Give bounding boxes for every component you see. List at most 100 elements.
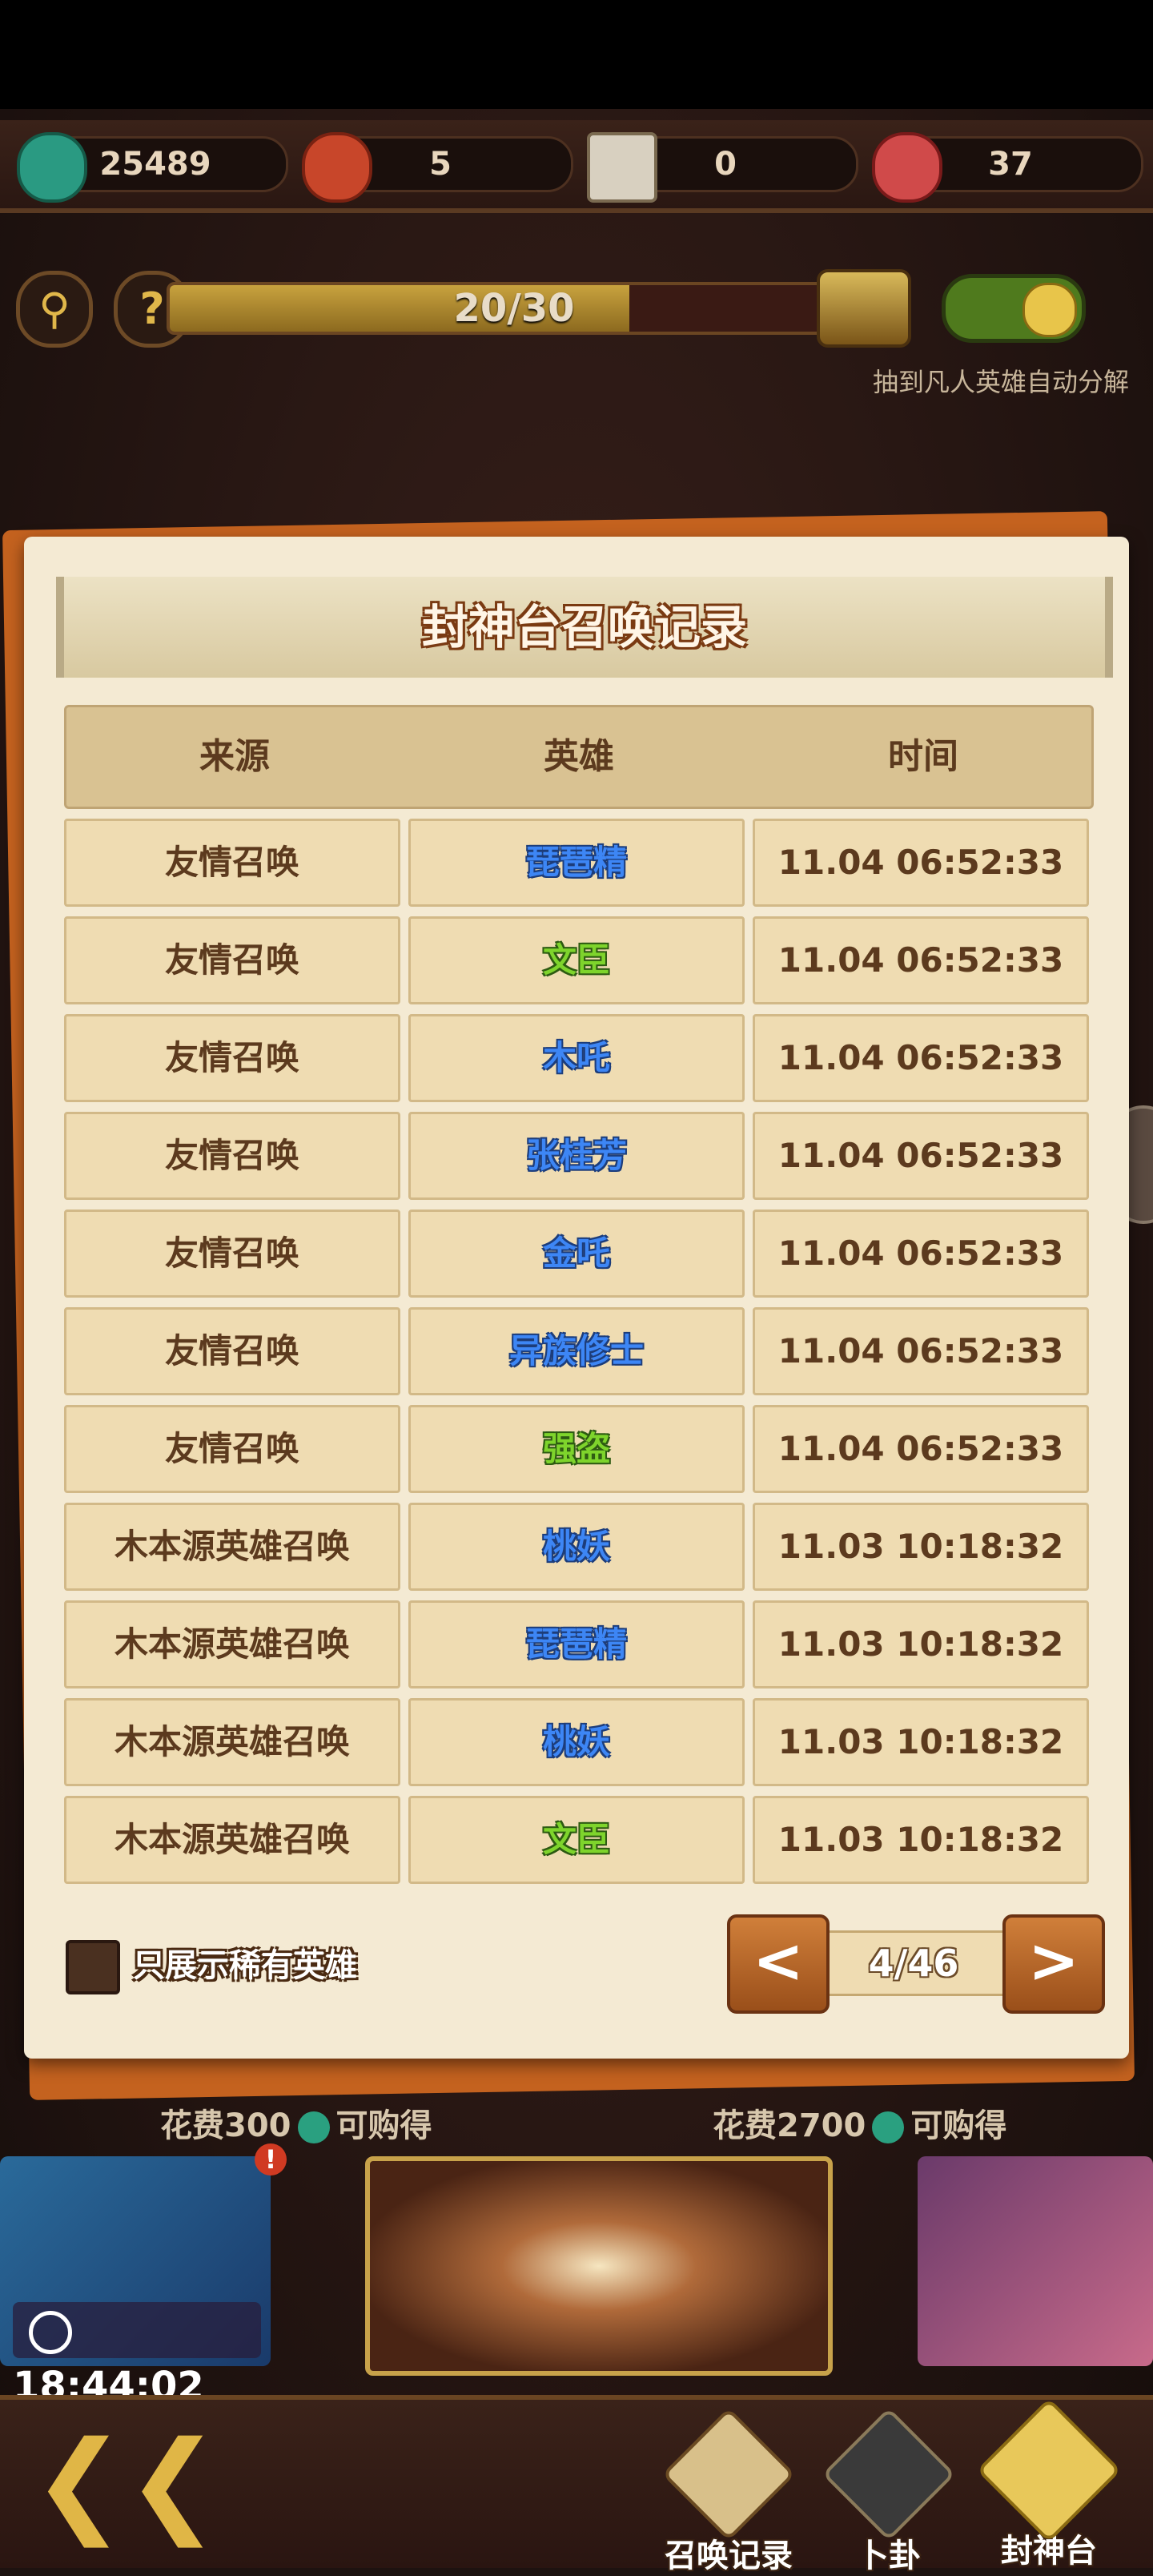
resource-heart: 37 xyxy=(872,132,1143,203)
hero-cell: 琵琶精 xyxy=(408,819,745,907)
hero-portrait-card[interactable] xyxy=(918,2156,1153,2366)
hero-cell: 桃妖 xyxy=(408,1698,745,1786)
hero-cell: 文臣 xyxy=(408,1796,745,1884)
table-row: 友情召唤 强盗 11.04 06:52:33 xyxy=(64,1405,1092,1493)
column-header-hero: 英雄 xyxy=(544,736,614,777)
jade-coin-icon xyxy=(17,132,87,203)
table-row: 木本源英雄召唤 桃妖 11.03 10:18:32 xyxy=(64,1698,1092,1786)
cost-1-suffix: 可购得 xyxy=(335,2107,432,2144)
resource-heart-value: 37 xyxy=(988,146,1033,183)
ticket-icon xyxy=(587,132,657,203)
resource-hero-token-value: 5 xyxy=(429,146,452,183)
next-page-button[interactable]: > xyxy=(1002,1914,1105,2014)
resource-jade-value: 25489 xyxy=(99,146,211,183)
hero-cell: 异族修士 xyxy=(408,1307,745,1395)
resource-bar: 25489 5 0 37 xyxy=(0,120,1153,213)
source-cell: 友情召唤 xyxy=(64,1405,400,1493)
resource-ticket: 0 xyxy=(587,132,858,203)
hero-cell: 金吒 xyxy=(408,1210,745,1298)
modal-title: 封神台召唤记录 xyxy=(421,600,747,654)
cost-1-amount: 花费300 xyxy=(160,2107,291,2144)
nav-summon-record[interactable]: 召唤记录 xyxy=(657,2407,801,2576)
rare-only-checkbox[interactable] xyxy=(66,1940,120,1994)
column-header-time: 时间 xyxy=(888,736,958,777)
rare-only-label: 只展示稀有英雄 xyxy=(133,1947,357,1984)
time-cell: 11.04 06:52:33 xyxy=(753,1307,1089,1395)
resource-hero-token: 5 xyxy=(302,132,573,203)
time-cell: 11.04 06:52:33 xyxy=(753,1405,1089,1493)
time-cell: 11.03 10:18:32 xyxy=(753,1600,1089,1688)
time-cell: 11.03 10:18:32 xyxy=(753,1503,1089,1591)
hero-cell: 琵琶精 xyxy=(408,1600,745,1688)
hero-token-icon xyxy=(302,132,372,203)
time-cell: 11.04 06:52:33 xyxy=(753,819,1089,907)
source-cell: 木本源英雄召唤 xyxy=(64,1698,400,1786)
auto-decompose-label: 抽到凡人英雄自动分解 xyxy=(872,367,1129,397)
clock-icon xyxy=(29,2311,72,2354)
cost-label-2: 花费2700 可购得 xyxy=(713,2103,1006,2148)
table-row: 木本源英雄召唤 琵琶精 11.03 10:18:32 xyxy=(64,1600,1092,1688)
treasure-chest-icon[interactable] xyxy=(817,269,911,348)
nav-altar[interactable]: 封神台 xyxy=(976,2397,1122,2571)
progress-bar: 20/30 xyxy=(167,282,862,335)
table-row: 友情召唤 异族修士 11.04 06:52:33 xyxy=(64,1307,1092,1395)
cost-2-suffix: 可购得 xyxy=(910,2107,1007,2144)
summon-progress-row: ⚲ ? 20/30 xyxy=(0,264,1153,360)
page-indicator: 4/46 xyxy=(817,1930,1010,1996)
table-row: 友情召唤 文臣 11.04 06:52:33 xyxy=(64,916,1092,1004)
jade-coin-icon xyxy=(297,2111,330,2143)
source-cell: 木本源英雄召唤 xyxy=(64,1796,400,1884)
heart-icon xyxy=(872,132,942,203)
bagua-icon xyxy=(822,2407,956,2542)
table-header: 来源 英雄 时间 xyxy=(64,705,1094,809)
summon-record-modal: 封神台召唤记录 来源 英雄 时间 友情召唤 琵琶精 11.04 06:52:33 友情… xyxy=(24,537,1129,2059)
time-cell: 11.03 10:18:32 xyxy=(753,1698,1089,1786)
source-cell: 友情召唤 xyxy=(64,1307,400,1395)
time-cell: 11.04 06:52:33 xyxy=(753,1210,1089,1298)
source-cell: 友情召唤 xyxy=(64,1112,400,1200)
time-cell: 11.04 06:52:33 xyxy=(753,1014,1089,1102)
table-row: 木本源英雄召唤 桃妖 11.03 10:18:32 xyxy=(64,1503,1092,1591)
help-icon: ? xyxy=(139,284,165,334)
hero-cell: 强盗 xyxy=(408,1405,745,1493)
source-cell: 木本源英雄召唤 xyxy=(64,1503,400,1591)
source-cell: 木本源英雄召唤 xyxy=(64,1600,400,1688)
time-cell: 11.04 06:52:33 xyxy=(753,1112,1089,1200)
toggle-knob xyxy=(1022,283,1077,337)
summon-vortex-card[interactable] xyxy=(365,2156,833,2376)
source-cell: 友情召唤 xyxy=(64,1210,400,1298)
auto-decompose-toggle[interactable] xyxy=(942,274,1086,343)
time-cell: 11.03 10:18:32 xyxy=(753,1796,1089,1884)
search-button[interactable]: ⚲ xyxy=(16,271,93,348)
source-cell: 友情召唤 xyxy=(64,819,400,907)
prev-page-button[interactable]: < xyxy=(727,1914,830,2014)
hero-cell: 文臣 xyxy=(408,916,745,1004)
jade-coin-icon xyxy=(872,2111,905,2143)
source-cell: 友情召唤 xyxy=(64,916,400,1004)
resource-jade: 25489 xyxy=(17,132,288,203)
table-row: 友情召唤 木吒 11.04 06:52:33 xyxy=(64,1014,1092,1102)
scroll-record-icon xyxy=(661,2407,796,2542)
pagination: 4/46 < > xyxy=(727,1914,1105,2014)
alert-badge: ! xyxy=(255,2143,287,2176)
hero-cell: 木吒 xyxy=(408,1014,745,1102)
search-icon: ⚲ xyxy=(38,284,70,334)
status-bar xyxy=(0,0,1153,109)
table-row: 友情召唤 金吒 11.04 06:52:33 xyxy=(64,1210,1092,1298)
table-row: 木本源英雄召唤 文臣 11.03 10:18:32 xyxy=(64,1796,1092,1884)
hero-cell: 张桂芳 xyxy=(408,1112,745,1200)
nav-divination[interactable]: 卜卦 xyxy=(822,2407,956,2576)
cost-label-1: 花费300 可购得 xyxy=(160,2103,432,2148)
table-row: 友情召唤 张桂芳 11.04 06:52:33 xyxy=(64,1112,1092,1200)
source-cell: 友情召唤 xyxy=(64,1014,400,1102)
table-row: 友情召唤 琵琶精 11.04 06:52:33 xyxy=(64,819,1092,907)
back-arrow-icon[interactable]: ❮❮ xyxy=(32,2427,220,2539)
countdown-timer: 18:44:02 xyxy=(13,2302,261,2409)
time-cell: 11.04 06:52:33 xyxy=(753,916,1089,1004)
hero-cell: 桃妖 xyxy=(408,1503,745,1591)
progress-text: 20/30 xyxy=(453,286,575,331)
column-header-source: 来源 xyxy=(199,736,270,777)
resource-ticket-value: 0 xyxy=(714,146,737,183)
altar-icon xyxy=(976,2397,1122,2543)
modal-header: 封神台召唤记录 xyxy=(56,577,1113,678)
